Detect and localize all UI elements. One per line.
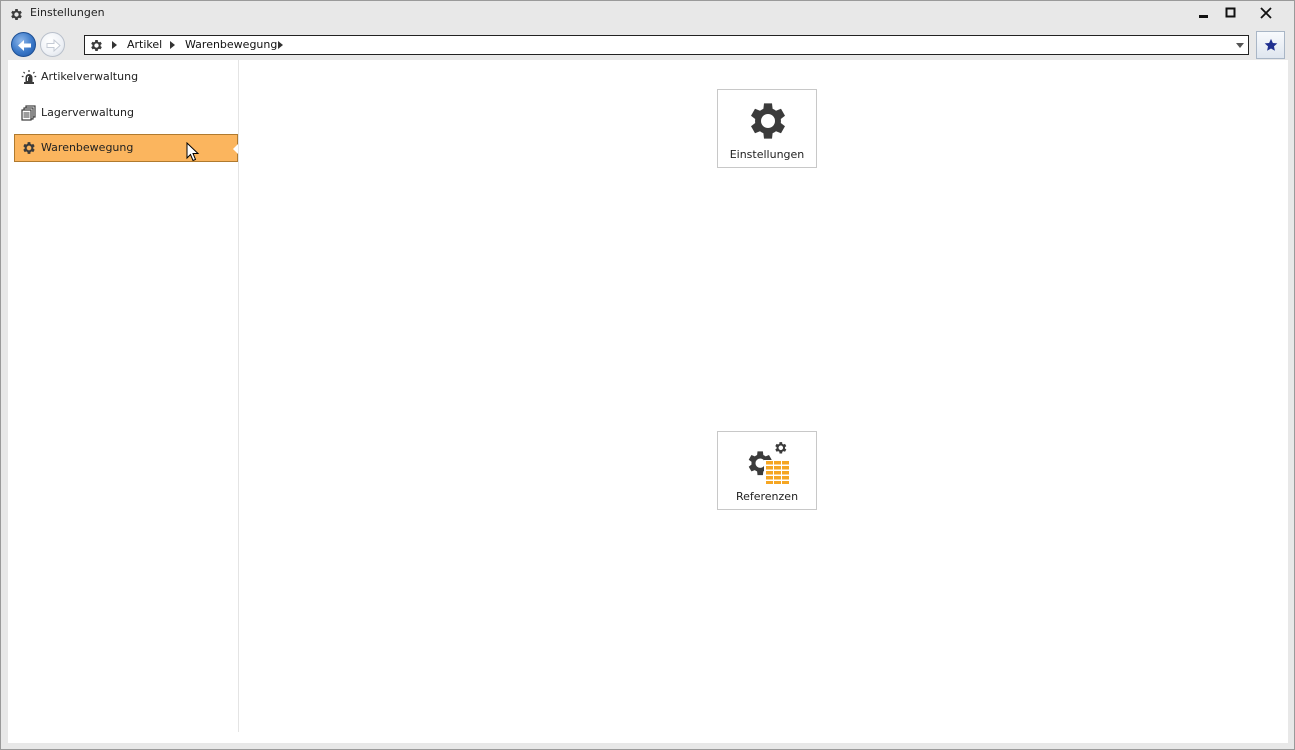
- gear-icon: [91, 40, 102, 51]
- referenzen-tile[interactable]: Referenzen: [717, 431, 817, 510]
- tile-label: Einstellungen: [729, 148, 805, 161]
- sidebar-item-artikelverwaltung[interactable]: Artikelverwaltung: [14, 63, 238, 91]
- einstellungen-tile[interactable]: Einstellungen: [717, 89, 817, 168]
- application-window: Einstellungen Artikel Warenbewegung Arti…: [0, 0, 1295, 750]
- title-bar: Einstellungen: [1, 1, 1294, 27]
- address-bar[interactable]: Artikel Warenbewegung: [84, 35, 1249, 55]
- gear-icon: [11, 9, 22, 20]
- sidebar-item-warenbewegung[interactable]: Warenbewegung: [14, 134, 238, 162]
- chevron-down-icon[interactable]: [1236, 43, 1244, 48]
- sidebar-item-lagerverwaltung[interactable]: Lagerverwaltung: [14, 99, 238, 127]
- favorites-button[interactable]: [1256, 31, 1285, 59]
- window-title: Einstellungen: [30, 6, 105, 19]
- close-icon: [1260, 7, 1272, 19]
- selection-indicator: [233, 144, 238, 154]
- maximize-icon: [1225, 7, 1236, 18]
- sidebar: Artikelverwaltung Lagerverwaltung Warenb…: [8, 60, 239, 732]
- back-button[interactable]: [11, 32, 36, 57]
- document-stack-icon: [21, 105, 36, 121]
- minimize-icon: [1199, 15, 1208, 18]
- arrow-left-icon: [18, 40, 31, 51]
- gear-icon: [751, 103, 785, 139]
- breadcrumb-item-warenbewegung[interactable]: Warenbewegung: [185, 38, 277, 51]
- sidebar-item-label: Lagerverwaltung: [41, 106, 134, 119]
- maximize-button[interactable]: [1218, 4, 1244, 22]
- content-area: Artikelverwaltung Lagerverwaltung Warenb…: [8, 60, 1288, 743]
- breadcrumb-separator-icon[interactable]: [170, 41, 175, 49]
- breadcrumb-item-artikel[interactable]: Artikel: [127, 38, 162, 51]
- forward-button[interactable]: [40, 32, 65, 57]
- gears-table-icon: [748, 442, 791, 485]
- breadcrumb-separator-icon[interactable]: [278, 41, 283, 49]
- breadcrumb-separator-icon[interactable]: [112, 41, 117, 49]
- navigation-bar: Artikel Warenbewegung: [1, 30, 1294, 60]
- gear-icon: [23, 142, 35, 154]
- mouse-cursor-icon: [186, 142, 200, 162]
- minimize-button[interactable]: [1191, 4, 1217, 22]
- sidebar-item-label: Warenbewegung: [41, 141, 134, 154]
- tile-label: Referenzen: [735, 490, 799, 503]
- close-button[interactable]: [1253, 4, 1279, 22]
- arrow-right-icon: [46, 38, 61, 53]
- star-icon: [1264, 38, 1277, 51]
- sidebar-item-label: Artikelverwaltung: [41, 70, 139, 83]
- siren-icon: [21, 70, 37, 84]
